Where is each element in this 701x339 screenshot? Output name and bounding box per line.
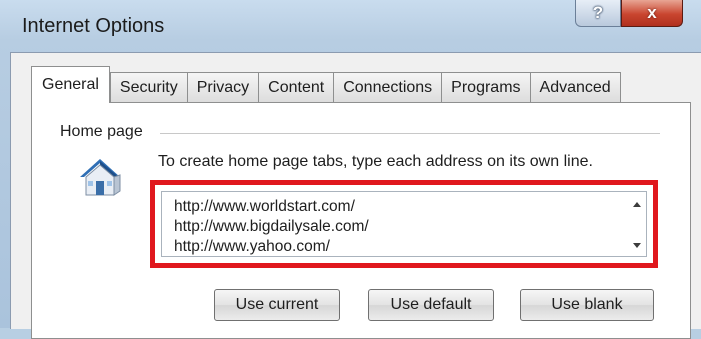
help-icon: ? [592, 3, 604, 22]
group-divider [160, 133, 660, 134]
tab-strip: General Security Privacy Content Connect… [31, 66, 621, 103]
tab-general[interactable]: General [31, 66, 110, 103]
tab-security[interactable]: Security [109, 72, 188, 103]
caption-buttons: ? x [575, 0, 683, 27]
home-page-group-label: Home page [60, 123, 151, 141]
general-tab-panel: Home page To create home page tabs, type… [31, 102, 691, 339]
house-icon [80, 159, 121, 196]
tab-privacy[interactable]: Privacy [186, 72, 260, 103]
scroll-up-icon[interactable] [633, 202, 641, 207]
window-title: Internet Options [22, 15, 165, 37]
use-default-button[interactable]: Use default [368, 289, 494, 321]
dialog-body: General Security Privacy Content Connect… [10, 52, 701, 339]
vertical-scrollbar[interactable] [628, 192, 646, 256]
url-line: http://www.yahoo.com/ [174, 238, 330, 255]
close-icon: x [647, 3, 657, 22]
close-button[interactable]: x [621, 0, 683, 27]
url-line: http://www.worldstart.com/ [174, 198, 355, 215]
use-current-button[interactable]: Use current [214, 289, 340, 321]
tab-content[interactable]: Content [258, 72, 335, 103]
url-line: http://www.bigdailysale.com/ [174, 218, 369, 235]
use-blank-button[interactable]: Use blank [520, 289, 654, 321]
home-page-instructions: To create home page tabs, type each addr… [158, 153, 593, 170]
home-page-urls-textarea[interactable]: http://www.worldstart.com/ http://www.bi… [161, 191, 647, 257]
tab-connections[interactable]: Connections [333, 72, 443, 103]
internet-options-window: Internet Options ? x General Security Pr… [0, 0, 701, 339]
help-button[interactable]: ? [575, 0, 621, 27]
tab-programs[interactable]: Programs [441, 72, 531, 103]
title-bar[interactable]: Internet Options ? x [0, 0, 701, 50]
scroll-down-icon[interactable] [633, 243, 641, 248]
highlight-box: http://www.worldstart.com/ http://www.bi… [150, 180, 658, 268]
tab-advanced[interactable]: Advanced [529, 72, 621, 103]
